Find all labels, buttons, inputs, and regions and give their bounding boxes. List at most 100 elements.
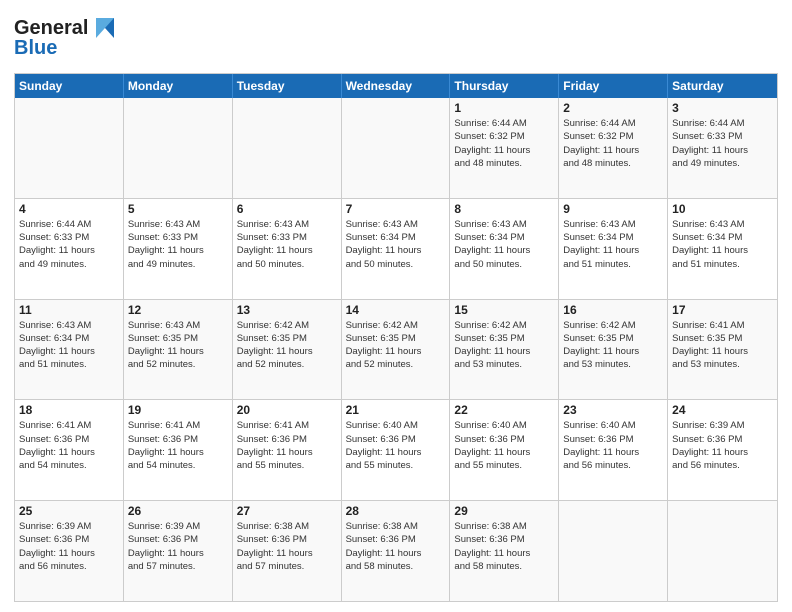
day-info: Sunrise: 6:42 AMSunset: 6:35 PMDaylight:… bbox=[563, 319, 663, 372]
day-number: 11 bbox=[19, 303, 119, 317]
calendar-cell bbox=[559, 501, 668, 601]
calendar-cell: 6 Sunrise: 6:43 AMSunset: 6:33 PMDaylight… bbox=[233, 199, 342, 299]
day-info: Sunrise: 6:43 AMSunset: 6:34 PMDaylight:… bbox=[346, 218, 446, 271]
day-info: Sunrise: 6:42 AMSunset: 6:35 PMDaylight:… bbox=[454, 319, 554, 372]
calendar-cell: 11 Sunrise: 6:43 AMSunset: 6:34 PMDayligh… bbox=[15, 300, 124, 400]
calendar-cell: 22Sunrise: 6:40 AMSunset: 6:36 PMDayligh… bbox=[450, 400, 559, 500]
day-number: 21 bbox=[346, 403, 446, 417]
day-number: 18 bbox=[19, 403, 119, 417]
day-number: 13 bbox=[237, 303, 337, 317]
calendar-cell: 10Sunrise: 6:43 AMSunset: 6:34 PMDayligh… bbox=[668, 199, 777, 299]
day-info: Sunrise: 6:43 AMSunset: 6:34 PMDaylight:… bbox=[19, 319, 119, 372]
day-number: 12 bbox=[128, 303, 228, 317]
calendar-header-row: SundayMondayTuesdayWednesdayThursdayFrid… bbox=[15, 74, 777, 98]
calendar-row: 1 Sunrise: 6:44 AMSunset: 6:32 PMDaylight… bbox=[15, 98, 777, 198]
day-number: 20 bbox=[237, 403, 337, 417]
day-info: Sunrise: 6:44 AMSunset: 6:33 PMDaylight:… bbox=[19, 218, 119, 271]
weekday-header-tuesday: Tuesday bbox=[233, 74, 342, 98]
day-info: Sunrise: 6:44 AMSunset: 6:32 PMDaylight:… bbox=[563, 117, 663, 170]
logo: General Blue bbox=[14, 10, 124, 67]
day-info: Sunrise: 6:43 AMSunset: 6:35 PMDaylight:… bbox=[128, 319, 228, 372]
calendar-cell: 16 Sunrise: 6:42 AMSunset: 6:35 PMDayligh… bbox=[559, 300, 668, 400]
day-number: 6 bbox=[237, 202, 337, 216]
svg-text:Blue: Blue bbox=[14, 37, 57, 59]
day-number: 23 bbox=[563, 403, 663, 417]
day-info: Sunrise: 6:38 AMSunset: 6:36 PMDaylight:… bbox=[237, 520, 337, 573]
day-info: Sunrise: 6:41 AMSunset: 6:35 PMDaylight:… bbox=[672, 319, 773, 372]
day-number: 19 bbox=[128, 403, 228, 417]
calendar-cell: 23 Sunrise: 6:40 AMSunset: 6:36 PMDayligh… bbox=[559, 400, 668, 500]
calendar-cell: 15 Sunrise: 6:42 AMSunset: 6:35 PMDayligh… bbox=[450, 300, 559, 400]
day-info: Sunrise: 6:40 AMSunset: 6:36 PMDaylight:… bbox=[346, 419, 446, 472]
calendar-cell: 13Sunrise: 6:42 AMSunset: 6:35 PMDayligh… bbox=[233, 300, 342, 400]
day-info: Sunrise: 6:41 AMSunset: 6:36 PMDaylight:… bbox=[128, 419, 228, 472]
weekday-header-monday: Monday bbox=[124, 74, 233, 98]
calendar-cell: 29 Sunrise: 6:38 AMSunset: 6:36 PMDayligh… bbox=[450, 501, 559, 601]
day-number: 9 bbox=[563, 202, 663, 216]
weekday-header-friday: Friday bbox=[559, 74, 668, 98]
page: General Blue SundayMondayTuesdayWednesda… bbox=[0, 0, 792, 612]
svg-text:General: General bbox=[14, 17, 88, 39]
day-info: Sunrise: 6:43 AMSunset: 6:33 PMDaylight:… bbox=[237, 218, 337, 271]
day-number: 15 bbox=[454, 303, 554, 317]
day-number: 14 bbox=[346, 303, 446, 317]
calendar-cell: 25Sunrise: 6:39 AMSunset: 6:36 PMDayligh… bbox=[15, 501, 124, 601]
day-number: 16 bbox=[563, 303, 663, 317]
day-number: 8 bbox=[454, 202, 554, 216]
day-info: Sunrise: 6:43 AMSunset: 6:34 PMDaylight:… bbox=[563, 218, 663, 271]
day-number: 5 bbox=[128, 202, 228, 216]
calendar-cell: 5 Sunrise: 6:43 AMSunset: 6:33 PMDaylight… bbox=[124, 199, 233, 299]
calendar-cell: 17 Sunrise: 6:41 AMSunset: 6:35 PMDayligh… bbox=[668, 300, 777, 400]
day-number: 24 bbox=[672, 403, 773, 417]
calendar-cell: 24 Sunrise: 6:39 AMSunset: 6:36 PMDayligh… bbox=[668, 400, 777, 500]
calendar-cell: 14 Sunrise: 6:42 AMSunset: 6:35 PMDayligh… bbox=[342, 300, 451, 400]
calendar: SundayMondayTuesdayWednesdayThursdayFrid… bbox=[14, 73, 778, 602]
day-info: Sunrise: 6:41 AMSunset: 6:36 PMDaylight:… bbox=[19, 419, 119, 472]
day-info: Sunrise: 6:38 AMSunset: 6:36 PMDaylight:… bbox=[454, 520, 554, 573]
day-info: Sunrise: 6:43 AMSunset: 6:34 PMDaylight:… bbox=[454, 218, 554, 271]
calendar-cell bbox=[668, 501, 777, 601]
calendar-cell: 8 Sunrise: 6:43 AMSunset: 6:34 PMDaylight… bbox=[450, 199, 559, 299]
day-info: Sunrise: 6:40 AMSunset: 6:36 PMDaylight:… bbox=[563, 419, 663, 472]
day-info: Sunrise: 6:43 AMSunset: 6:34 PMDaylight:… bbox=[672, 218, 773, 271]
day-info: Sunrise: 6:42 AMSunset: 6:35 PMDaylight:… bbox=[346, 319, 446, 372]
day-number: 3 bbox=[672, 101, 773, 115]
day-info: Sunrise: 6:40 AMSunset: 6:36 PMDaylight:… bbox=[454, 419, 554, 472]
header: General Blue bbox=[14, 10, 778, 67]
calendar-row: 25Sunrise: 6:39 AMSunset: 6:36 PMDayligh… bbox=[15, 500, 777, 601]
day-info: Sunrise: 6:44 AMSunset: 6:32 PMDaylight:… bbox=[454, 117, 554, 170]
calendar-cell: 21 Sunrise: 6:40 AMSunset: 6:36 PMDayligh… bbox=[342, 400, 451, 500]
calendar-cell: 12 Sunrise: 6:43 AMSunset: 6:35 PMDayligh… bbox=[124, 300, 233, 400]
day-number: 7 bbox=[346, 202, 446, 216]
day-info: Sunrise: 6:39 AMSunset: 6:36 PMDaylight:… bbox=[672, 419, 773, 472]
weekday-header-saturday: Saturday bbox=[668, 74, 777, 98]
calendar-row: 18 Sunrise: 6:41 AMSunset: 6:36 PMDayligh… bbox=[15, 399, 777, 500]
day-info: Sunrise: 6:38 AMSunset: 6:36 PMDaylight:… bbox=[346, 520, 446, 573]
calendar-cell: 3Sunrise: 6:44 AMSunset: 6:33 PMDaylight… bbox=[668, 98, 777, 198]
day-number: 2 bbox=[563, 101, 663, 115]
day-number: 27 bbox=[237, 504, 337, 518]
calendar-cell: 18 Sunrise: 6:41 AMSunset: 6:36 PMDayligh… bbox=[15, 400, 124, 500]
calendar-cell: 2 Sunrise: 6:44 AMSunset: 6:32 PMDaylight… bbox=[559, 98, 668, 198]
calendar-cell bbox=[233, 98, 342, 198]
day-number: 26 bbox=[128, 504, 228, 518]
calendar-body: 1 Sunrise: 6:44 AMSunset: 6:32 PMDaylight… bbox=[15, 98, 777, 601]
day-number: 17 bbox=[672, 303, 773, 317]
calendar-cell: 4 Sunrise: 6:44 AMSunset: 6:33 PMDaylight… bbox=[15, 199, 124, 299]
logo-text: General Blue bbox=[14, 10, 124, 67]
day-info: Sunrise: 6:39 AMSunset: 6:36 PMDaylight:… bbox=[19, 520, 119, 573]
calendar-row: 4 Sunrise: 6:44 AMSunset: 6:33 PMDaylight… bbox=[15, 198, 777, 299]
day-number: 4 bbox=[19, 202, 119, 216]
calendar-cell: 7 Sunrise: 6:43 AMSunset: 6:34 PMDaylight… bbox=[342, 199, 451, 299]
calendar-cell bbox=[15, 98, 124, 198]
calendar-cell: 20 Sunrise: 6:41 AMSunset: 6:36 PMDayligh… bbox=[233, 400, 342, 500]
calendar-cell: 1 Sunrise: 6:44 AMSunset: 6:32 PMDaylight… bbox=[450, 98, 559, 198]
day-info: Sunrise: 6:41 AMSunset: 6:36 PMDaylight:… bbox=[237, 419, 337, 472]
day-info: Sunrise: 6:39 AMSunset: 6:36 PMDaylight:… bbox=[128, 520, 228, 573]
day-info: Sunrise: 6:43 AMSunset: 6:33 PMDaylight:… bbox=[128, 218, 228, 271]
calendar-cell: 9 Sunrise: 6:43 AMSunset: 6:34 PMDaylight… bbox=[559, 199, 668, 299]
day-number: 28 bbox=[346, 504, 446, 518]
day-number: 1 bbox=[454, 101, 554, 115]
weekday-header-thursday: Thursday bbox=[450, 74, 559, 98]
day-number: 29 bbox=[454, 504, 554, 518]
